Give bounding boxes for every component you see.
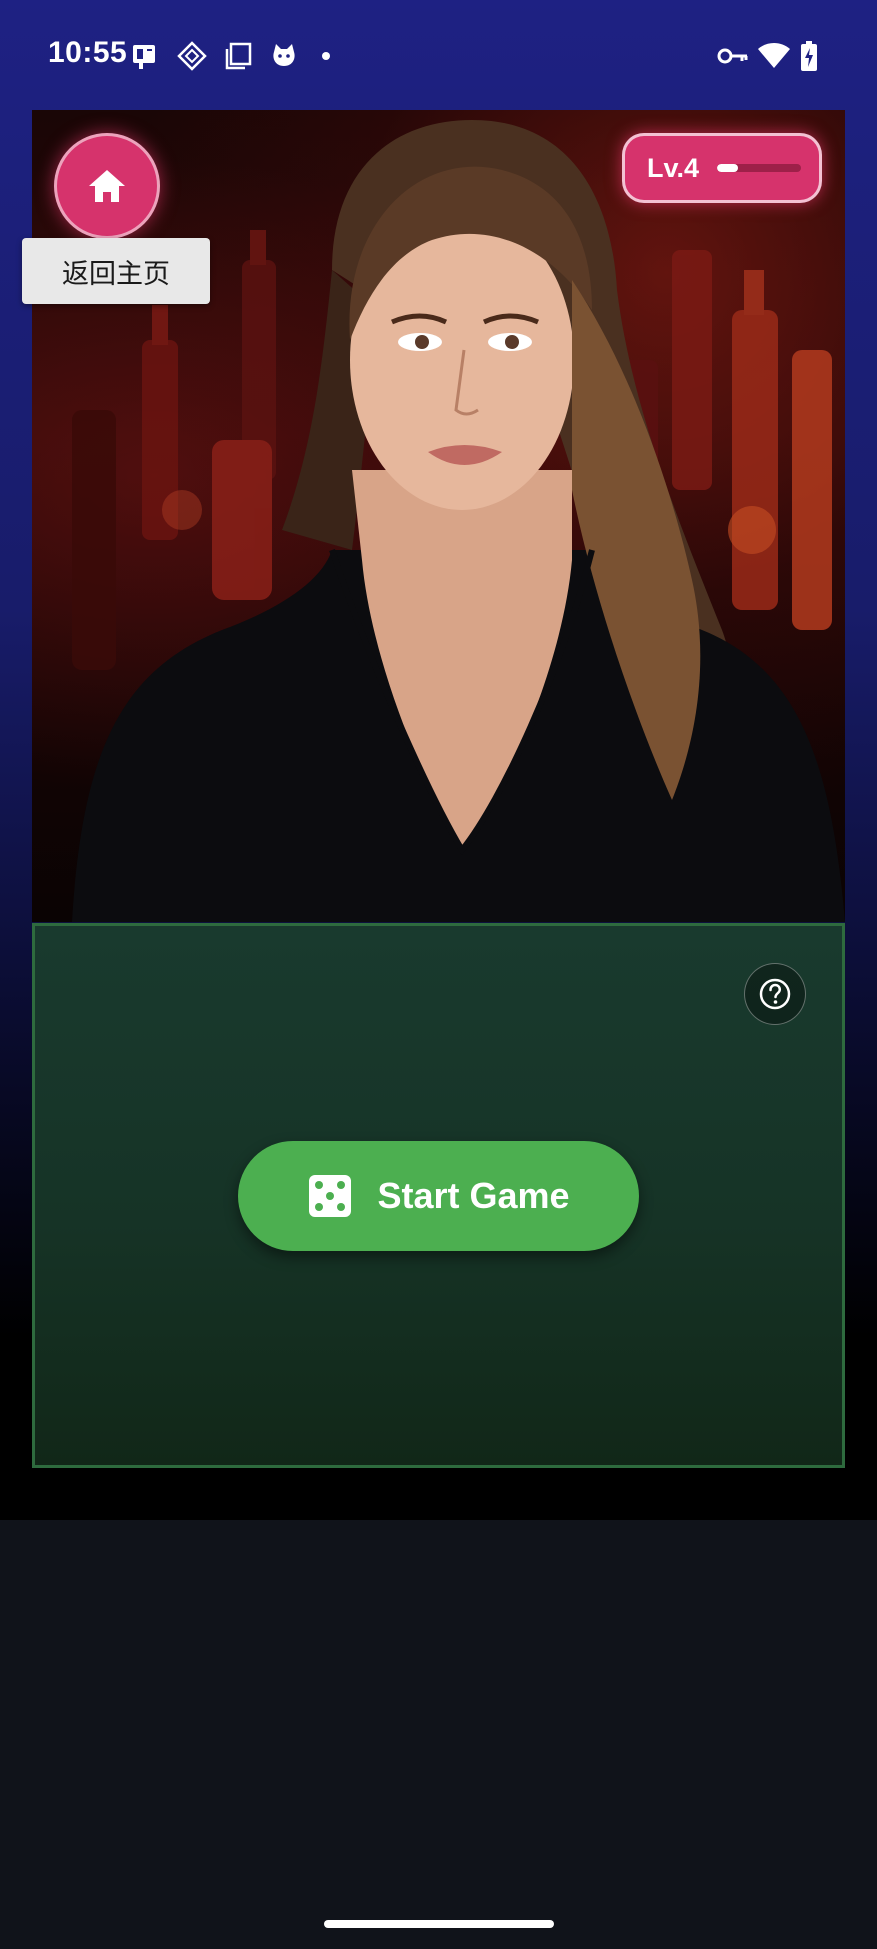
dice-icon [307,1173,353,1219]
level-label: Lv.4 [647,152,700,183]
level-badge: Lv.4 [622,133,822,203]
gesture-nav-handle[interactable] [324,1920,554,1928]
cat-icon [268,40,300,72]
empty-bottom-area [0,1520,877,1949]
status-time: 10:55 [48,36,128,69]
level-progress-fill [717,164,739,172]
level-progress-bar [717,164,802,172]
battery-charging-icon [800,40,818,72]
help-button[interactable] [744,963,806,1025]
dot-icon [318,40,334,72]
vpn-key-icon [716,40,750,72]
wifi-icon [756,40,792,72]
home-icon [85,164,129,208]
status-bar: 10:55 [0,0,877,110]
diamond-icon [176,40,208,72]
home-tooltip: 返回主页 [22,238,210,304]
character-illustration [72,120,845,922]
id-card-icon [128,40,160,72]
copy-icon [222,40,254,72]
help-icon [758,977,792,1011]
start-game-label: Start Game [377,1175,570,1216]
start-game-button[interactable]: Start Game [238,1141,639,1251]
character-portrait [32,110,845,922]
home-button[interactable] [54,133,160,239]
